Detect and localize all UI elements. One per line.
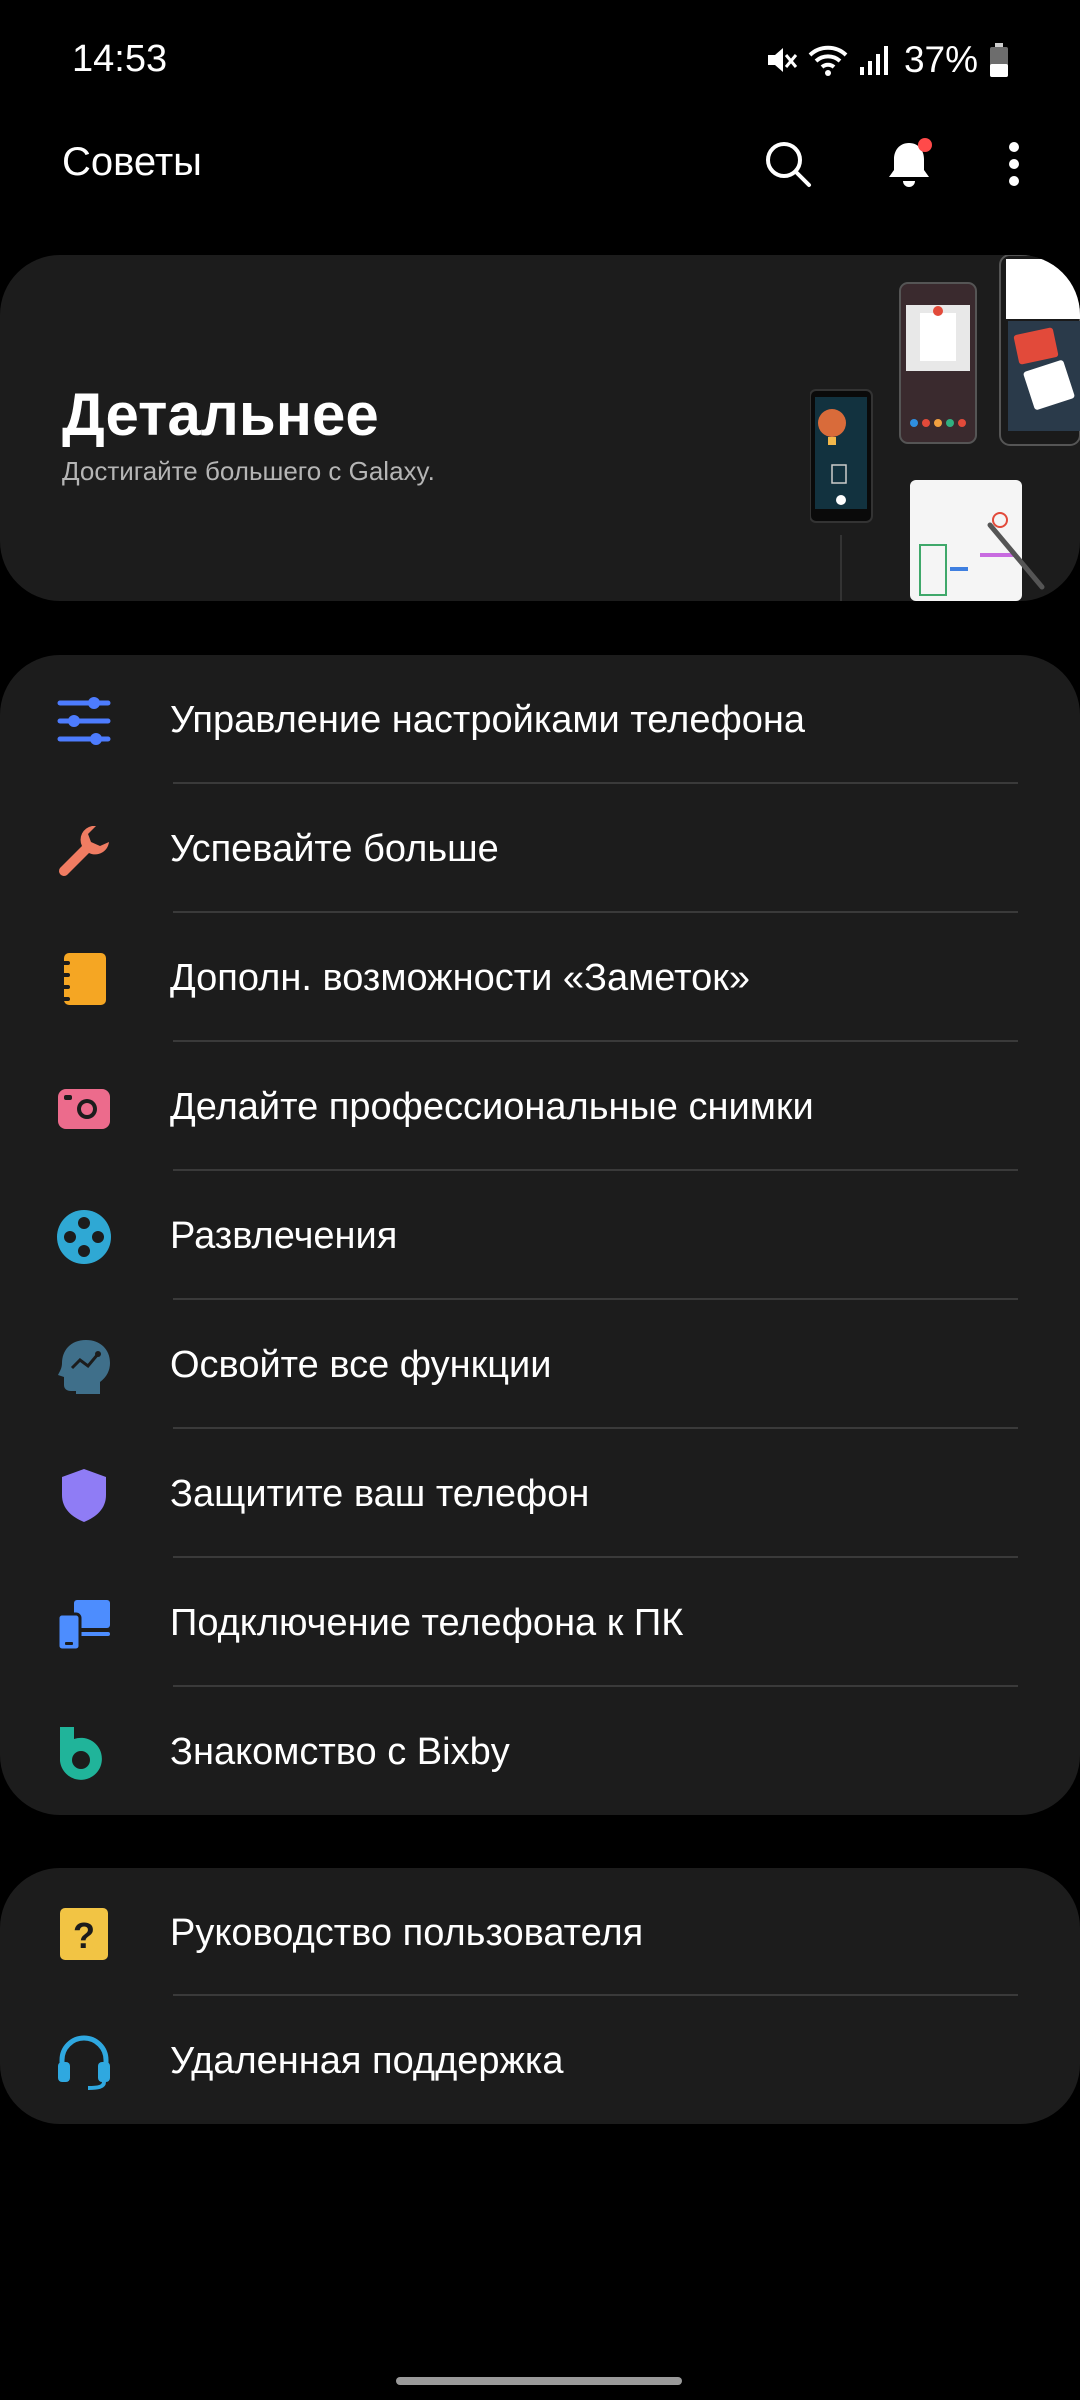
app-bar: Советы (0, 120, 1080, 210)
menu-item-entertainment[interactable]: Развлечения (0, 1171, 1080, 1300)
menu-item-security[interactable]: Защитите ваш телефон (0, 1429, 1080, 1558)
menu-item-label: Удаленная поддержка (170, 2040, 564, 2082)
notifications-button[interactable] (877, 134, 941, 198)
shield-icon (56, 1467, 112, 1523)
wifi-icon (808, 43, 848, 77)
bixby-icon (56, 1725, 112, 1781)
menu-item-user-manual[interactable]: ? Руководство пользователя (0, 1868, 1080, 1996)
menu-item-label: Руководство пользователя (170, 1912, 644, 1954)
mute-vibrate-icon (764, 43, 798, 77)
camera-icon (56, 1080, 112, 1136)
menu-item-label: Дополн. возможности «Заметок» (170, 957, 750, 999)
menu-item-camera[interactable]: Делайте профессиональные снимки (0, 1042, 1080, 1171)
menu-item-remote-support[interactable]: Удаленная поддержка (0, 1996, 1080, 2124)
menu-item-settings[interactable]: Управление настройками телефона (0, 655, 1080, 784)
signal-icon (858, 43, 890, 77)
search-icon (763, 139, 813, 194)
menu-item-label: Освойте все функции (170, 1344, 552, 1386)
more-options-button[interactable] (982, 134, 1046, 198)
status-time: 14:53 (72, 38, 168, 80)
menu-item-pc-connect[interactable]: Подключение телефона к ПК (0, 1558, 1080, 1687)
menu-item-label: Управление настройками телефона (170, 699, 805, 741)
menu-item-productivity[interactable]: Успевайте больше (0, 784, 1080, 913)
tips-menu: Управление настройками телефона Успевайт… (0, 655, 1080, 1815)
help-book-icon: ? (56, 1906, 112, 1962)
battery-icon (988, 42, 1010, 78)
devices-icon (56, 1596, 112, 1652)
page-title: Советы (62, 140, 202, 184)
menu-item-notes[interactable]: Дополн. возможности «Заметок» (0, 913, 1080, 1042)
home-indicator[interactable] (396, 2377, 682, 2385)
head-icon (56, 1338, 112, 1394)
menu-item-features[interactable]: Освойте все функции (0, 1300, 1080, 1429)
search-button[interactable] (756, 134, 820, 198)
menu-item-label: Защитите ваш телефон (170, 1473, 590, 1515)
battery-percent: 37% (903, 39, 978, 80)
more-vert-icon (1008, 141, 1020, 192)
menu-item-label: Знакомство с Bixby (170, 1731, 510, 1773)
notification-dot (918, 137, 932, 152)
gamepad-icon (56, 1209, 112, 1265)
menu-item-bixby[interactable]: Знакомство с Bixby (0, 1687, 1080, 1815)
menu-item-label: Развлечения (170, 1215, 398, 1257)
phones-illustration (810, 255, 1080, 601)
status-bar: 14:53 37% (0, 0, 1080, 120)
wrench-icon (56, 822, 112, 878)
hero-title: Детальнее (62, 381, 379, 448)
menu-item-label: Успевайте больше (170, 828, 499, 870)
bell-icon (883, 137, 935, 196)
sliders-icon (56, 693, 112, 749)
hero-subtitle: Достигайте большего с Galaxy. (62, 456, 435, 486)
headset-icon (56, 2034, 112, 2090)
support-menu: ? Руководство пользователя Удаленная под… (0, 1868, 1080, 2124)
menu-item-label: Подключение телефона к ПК (170, 1602, 684, 1644)
status-icons: 37% (764, 36, 1010, 84)
menu-item-label: Делайте профессиональные снимки (170, 1086, 814, 1128)
hero-banner[interactable]: Детальнее Достигайте большего с Galaxy. (0, 255, 1080, 601)
svg-text:?: ? (73, 1915, 95, 1956)
notebook-icon (56, 951, 112, 1007)
